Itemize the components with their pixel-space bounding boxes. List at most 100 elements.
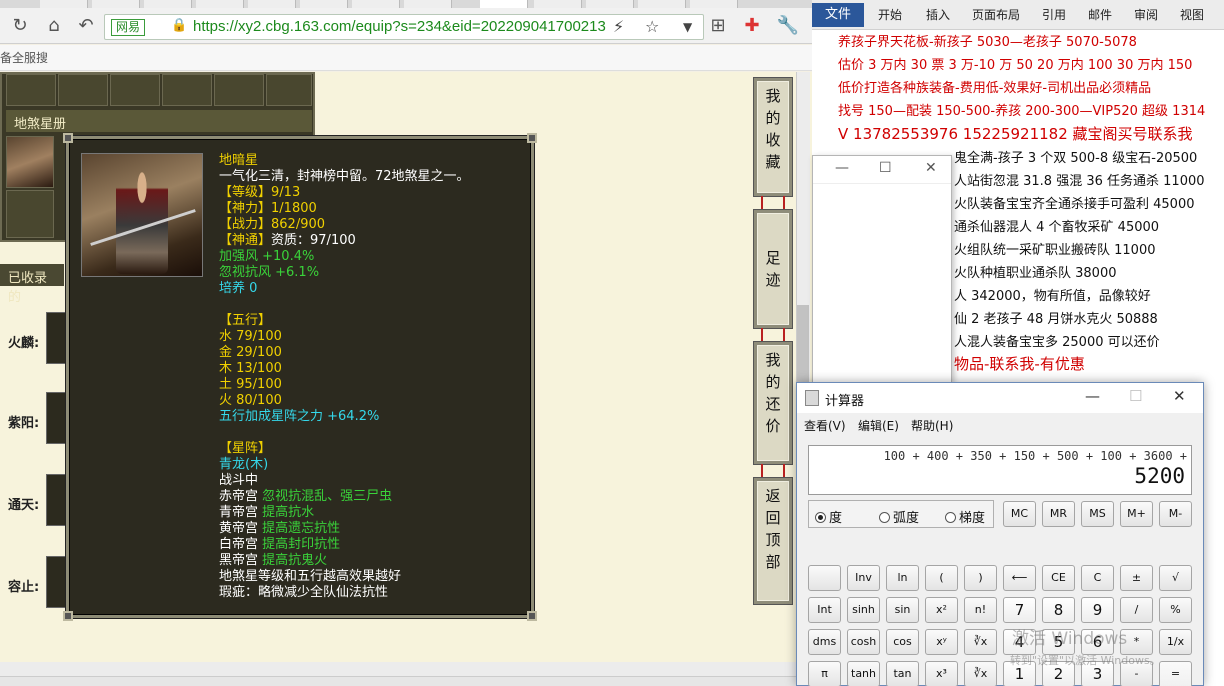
calc-key[interactable]: 7 (1003, 597, 1036, 623)
calc-key[interactable]: M- (1159, 501, 1192, 527)
lightning-icon[interactable]: ⚡ (613, 17, 624, 36)
calc-key[interactable]: cosh (847, 629, 880, 655)
calc-key[interactable]: 9 (1081, 597, 1114, 623)
calc-key[interactable]: % (1159, 597, 1192, 623)
browser-tab[interactable] (638, 0, 686, 8)
calc-key[interactable]: M+ (1120, 501, 1153, 527)
calculator-window: 计算器 — ☐ ✕ 查看(V) 编辑(E) 帮助(H) 100 + 400 + … (796, 382, 1204, 686)
calculator-title: 计算器 (825, 394, 865, 409)
tab-references[interactable]: 引用 (1042, 3, 1066, 27)
browser-tab[interactable] (248, 0, 296, 8)
menu-view[interactable]: 查看(V) (804, 417, 846, 434)
minimize-icon[interactable]: — (1085, 387, 1100, 405)
grid-slot[interactable] (214, 74, 264, 106)
menu-edit[interactable]: 编辑(E) (858, 417, 899, 434)
undo-icon[interactable]: ↶ (74, 14, 98, 38)
calc-key[interactable]: / (1120, 597, 1153, 623)
calc-key[interactable]: MC (1003, 501, 1036, 527)
grid-slot[interactable] (266, 74, 312, 106)
calc-key[interactable]: Int (808, 597, 841, 623)
my-favorites-button[interactable]: 我的收藏 (754, 78, 792, 196)
calc-key[interactable]: ± (1120, 565, 1153, 591)
calc-key[interactable]: cos (886, 629, 919, 655)
calc-key[interactable]: CE (1042, 565, 1075, 591)
calc-key[interactable]: √ (1159, 565, 1192, 591)
radio-degrees[interactable]: 度 (815, 507, 842, 526)
calc-key[interactable]: tan (886, 661, 919, 686)
tab-view[interactable]: 视图 (1180, 3, 1204, 27)
doc-line: V 13782553976 15225921182 藏宝阁买号联系我 (838, 125, 1193, 143)
calc-key[interactable]: π (808, 661, 841, 686)
browser-tab[interactable] (690, 0, 738, 8)
grid-slot[interactable] (6, 74, 56, 106)
calc-key[interactable]: n! (964, 597, 997, 623)
calc-key[interactable]: x³ (925, 661, 958, 686)
tab-file[interactable]: 文件 (812, 3, 864, 27)
calc-key[interactable]: 1/x (1159, 629, 1192, 655)
grid-slot[interactable] (162, 74, 212, 106)
doc-line: 火队装备宝宝齐全通杀接手可盈利 45000 (954, 197, 1195, 212)
calc-key[interactable]: ( (925, 565, 958, 591)
radio-radians[interactable]: 弧度 (879, 507, 919, 526)
gamepad-icon[interactable]: ✚ (740, 14, 764, 38)
star-thumbnail[interactable] (6, 136, 54, 188)
calc-key[interactable]: ∛x (964, 661, 997, 686)
star-icon[interactable]: ☆ (645, 17, 659, 36)
minimize-icon[interactable]: — (835, 160, 849, 176)
tab-mailings[interactable]: 邮件 (1088, 3, 1112, 27)
grid-slot[interactable] (110, 74, 160, 106)
back-to-top-button[interactable]: 返回顶部 (754, 478, 792, 604)
grid-slot[interactable] (6, 190, 54, 238)
refresh-icon[interactable]: ↻ (8, 14, 32, 38)
address-bar[interactable]: 网易 🔒 https://xy2.cbg.163.com/equip?s=234… (104, 14, 704, 40)
my-offers-button[interactable]: 我的还价 (754, 342, 792, 464)
calc-key[interactable]: dms (808, 629, 841, 655)
calc-key[interactable]: tanh (847, 661, 880, 686)
bookmark-item[interactable]: 备全服搜 (0, 49, 48, 66)
calc-key[interactable]: x² (925, 597, 958, 623)
browser-tab[interactable] (40, 0, 88, 8)
close-icon[interactable]: ✕ (925, 160, 937, 176)
tab-home[interactable]: 开始 (878, 3, 902, 27)
calc-key[interactable]: ⟵ (1003, 565, 1036, 591)
calc-key[interactable]: xʸ (925, 629, 958, 655)
browser-tab[interactable] (144, 0, 192, 8)
calc-key[interactable]: Inv (847, 565, 880, 591)
calc-key[interactable]: MS (1081, 501, 1114, 527)
calc-key[interactable]: = (1159, 661, 1192, 686)
tab-insert[interactable]: 插入 (926, 3, 950, 27)
calc-key[interactable] (808, 565, 841, 591)
calc-key[interactable]: ) (964, 565, 997, 591)
footprints-button[interactable]: 足迹 (754, 210, 792, 328)
browser-tab-active[interactable] (480, 0, 528, 8)
calc-key[interactable]: sinh (847, 597, 880, 623)
calc-key[interactable]: C (1081, 565, 1114, 591)
browser-tab[interactable] (404, 0, 452, 8)
browser-tab[interactable] (586, 0, 634, 8)
browser-tab[interactable] (300, 0, 348, 8)
grid-icon[interactable]: ⊞ (706, 14, 730, 38)
browser-tab[interactable] (534, 0, 582, 8)
tab-review[interactable]: 审阅 (1134, 3, 1158, 27)
home-icon[interactable]: ⌂ (42, 14, 66, 38)
formation-status: 战斗中 (219, 473, 259, 488)
calc-key[interactable]: 8 (1042, 597, 1075, 623)
calc-key[interactable]: ln (886, 565, 919, 591)
star-description: 一气化三清，封神榜中留。72地煞星之一。 (219, 169, 470, 184)
horizontal-scrollbar[interactable] (0, 662, 796, 676)
calc-key[interactable]: MR (1042, 501, 1075, 527)
status-bar (0, 676, 812, 686)
radio-grads[interactable]: 梯度 (945, 507, 985, 526)
tab-layout[interactable]: 页面布局 (972, 3, 1020, 27)
browser-tab[interactable] (92, 0, 140, 8)
close-icon[interactable]: ✕ (1173, 387, 1186, 405)
calc-key[interactable]: ∛x (964, 629, 997, 655)
browser-tab[interactable] (352, 0, 400, 8)
calc-key[interactable]: sin (886, 597, 919, 623)
grid-slot[interactable] (58, 74, 108, 106)
dropdown-icon[interactable]: ▼ (683, 20, 692, 34)
wrench-icon[interactable]: 🔧 (776, 14, 800, 38)
maximize-icon[interactable]: ☐ (879, 160, 892, 176)
browser-tab[interactable] (196, 0, 244, 8)
menu-help[interactable]: 帮助(H) (911, 417, 953, 434)
